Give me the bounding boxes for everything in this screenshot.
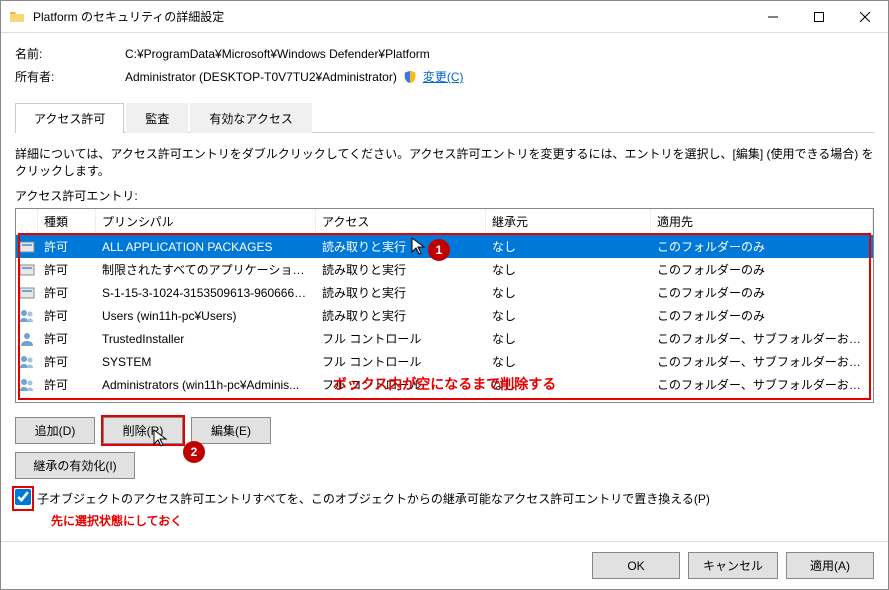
principal-icon [16, 352, 38, 372]
cell-type: 許可 [38, 327, 96, 350]
col-principal[interactable]: プリンシパル [96, 209, 316, 234]
name-label: 名前: [15, 45, 125, 62]
window-title: Platform のセキュリティの詳細設定 [33, 8, 750, 25]
cell-access: 読み取りと実行 [316, 235, 486, 258]
edit-button[interactable]: 編集(E) [191, 417, 271, 444]
principal-icon [16, 260, 38, 280]
cell-principal: ALL APPLICATION PACKAGES [96, 237, 316, 257]
titlebar: Platform のセキュリティの詳細設定 [1, 1, 888, 33]
cell-applies: このフォルダーのみ [651, 258, 873, 281]
cell-inherited: なし [486, 304, 651, 327]
col-applies[interactable]: 適用先 [651, 209, 873, 234]
principal-icon [16, 237, 38, 257]
close-button[interactable] [842, 1, 888, 33]
annotation-check-note: 先に選択状態にしておく [51, 512, 874, 529]
cell-type: 許可 [38, 304, 96, 327]
table-row[interactable]: 許可制限されたすべてのアプリケーション パッケ...読み取りと実行なしこのフォル… [16, 258, 873, 281]
tab-permissions[interactable]: アクセス許可 [15, 103, 124, 133]
cell-applies: このフォルダー、サブフォルダーおよびファイル [651, 373, 873, 396]
cell-access: フル コントロール [316, 373, 486, 396]
cell-inherited: なし [486, 327, 651, 350]
table-row[interactable]: 許可SYSTEMフル コントロールなしこのフォルダー、サブフォルダーおよびファイ… [16, 350, 873, 373]
dialog-footer: OK キャンセル 適用(A) [1, 541, 888, 589]
cell-principal: TrustedInstaller [96, 329, 316, 349]
description-text: 詳細については、アクセス許可エントリをダブルクリックしてください。アクセス許可エ… [15, 145, 874, 179]
replace-child-entries-label[interactable]: 子オブジェクトのアクセス許可エントリすべてを、このオブジェクトからの継承可能なア… [37, 490, 710, 507]
maximize-button[interactable] [796, 1, 842, 33]
cell-type: 許可 [38, 373, 96, 396]
table-row[interactable]: 許可TrustedInstallerフル コントロールなしこのフォルダー、サブフ… [16, 327, 873, 350]
cell-applies: このフォルダーのみ [651, 281, 873, 304]
cell-inherited: なし [486, 258, 651, 281]
col-access[interactable]: アクセス [316, 209, 486, 234]
list-headers: 種類 プリンシパル アクセス 継承元 適用先 [16, 209, 873, 235]
table-row[interactable]: 許可Users (win11h-pc¥Users)読み取りと実行なしこのフォルダ… [16, 304, 873, 327]
cell-principal: S-1-15-3-1024-3153509613-9606667... [96, 283, 316, 303]
cell-applies: このフォルダー、サブフォルダーおよびファイル [651, 327, 873, 350]
cancel-button[interactable]: キャンセル [688, 552, 778, 579]
change-owner-link[interactable]: 変更(C) [423, 68, 464, 85]
cell-access: 読み取りと実行 [316, 258, 486, 281]
cell-applies: このフォルダーのみ [651, 235, 873, 258]
ok-button[interactable]: OK [592, 552, 680, 579]
cell-access: フル コントロール [316, 350, 486, 373]
security-advanced-window: Platform のセキュリティの詳細設定 名前: C:¥ProgramData… [0, 0, 889, 590]
principal-icon [16, 375, 38, 395]
minimize-button[interactable] [750, 1, 796, 33]
col-type[interactable]: 種類 [38, 209, 96, 234]
cell-inherited: なし [486, 235, 651, 258]
table-row[interactable]: 許可Administrators (win11h-pc¥Adminis...フル… [16, 373, 873, 396]
cell-type: 許可 [38, 258, 96, 281]
tabs: アクセス許可 監査 有効なアクセス [15, 103, 874, 133]
cell-applies: このフォルダー、サブフォルダーおよびファイル [651, 350, 873, 373]
remove-button[interactable]: 削除(R) [103, 417, 183, 444]
cell-type: 許可 [38, 350, 96, 373]
table-row[interactable]: 許可S-1-15-3-1024-3153509613-9606667...読み取… [16, 281, 873, 304]
enable-inheritance-button[interactable]: 継承の有効化(I) [15, 452, 135, 479]
folder-icon [9, 9, 25, 25]
permission-entries-list[interactable]: 種類 プリンシパル アクセス 継承元 適用先 許可ALL APPLICATION… [15, 208, 874, 403]
cell-principal: SYSTEM [96, 352, 316, 372]
cell-type: 許可 [38, 281, 96, 304]
apply-button[interactable]: 適用(A) [786, 552, 874, 579]
name-value: C:¥ProgramData¥Microsoft¥Windows Defende… [125, 47, 430, 61]
principal-icon [16, 306, 38, 326]
replace-child-entries-checkbox[interactable] [15, 489, 31, 505]
principal-icon [16, 283, 38, 303]
cell-principal: 制限されたすべてのアプリケーション パッケ... [96, 258, 316, 281]
cell-principal: Administrators (win11h-pc¥Adminis... [96, 375, 316, 395]
shield-icon [403, 70, 417, 84]
owner-value: Administrator (DESKTOP-T0V7TU2¥Administr… [125, 70, 397, 84]
cell-inherited: なし [486, 350, 651, 373]
cell-type: 許可 [38, 235, 96, 258]
principal-icon [16, 329, 38, 349]
content-area: 名前: C:¥ProgramData¥Microsoft¥Windows Def… [1, 33, 888, 541]
add-button[interactable]: 追加(D) [15, 417, 95, 444]
tab-effective-access[interactable]: 有効なアクセス [190, 103, 311, 133]
col-inherited[interactable]: 継承元 [486, 209, 651, 234]
cell-inherited: なし [486, 281, 651, 304]
cell-access: 読み取りと実行 [316, 281, 486, 304]
owner-label: 所有者: [15, 68, 125, 85]
table-row[interactable]: 許可ALL APPLICATION PACKAGES読み取りと実行なしこのフォル… [16, 235, 873, 258]
tab-audit[interactable]: 監査 [126, 103, 188, 133]
cell-principal: Users (win11h-pc¥Users) [96, 306, 316, 326]
cell-access: フル コントロール [316, 327, 486, 350]
cell-applies: このフォルダーのみ [651, 304, 873, 327]
entries-label: アクセス許可エントリ: [15, 187, 874, 204]
cell-inherited: なし [486, 373, 651, 396]
cell-access: 読み取りと実行 [316, 304, 486, 327]
